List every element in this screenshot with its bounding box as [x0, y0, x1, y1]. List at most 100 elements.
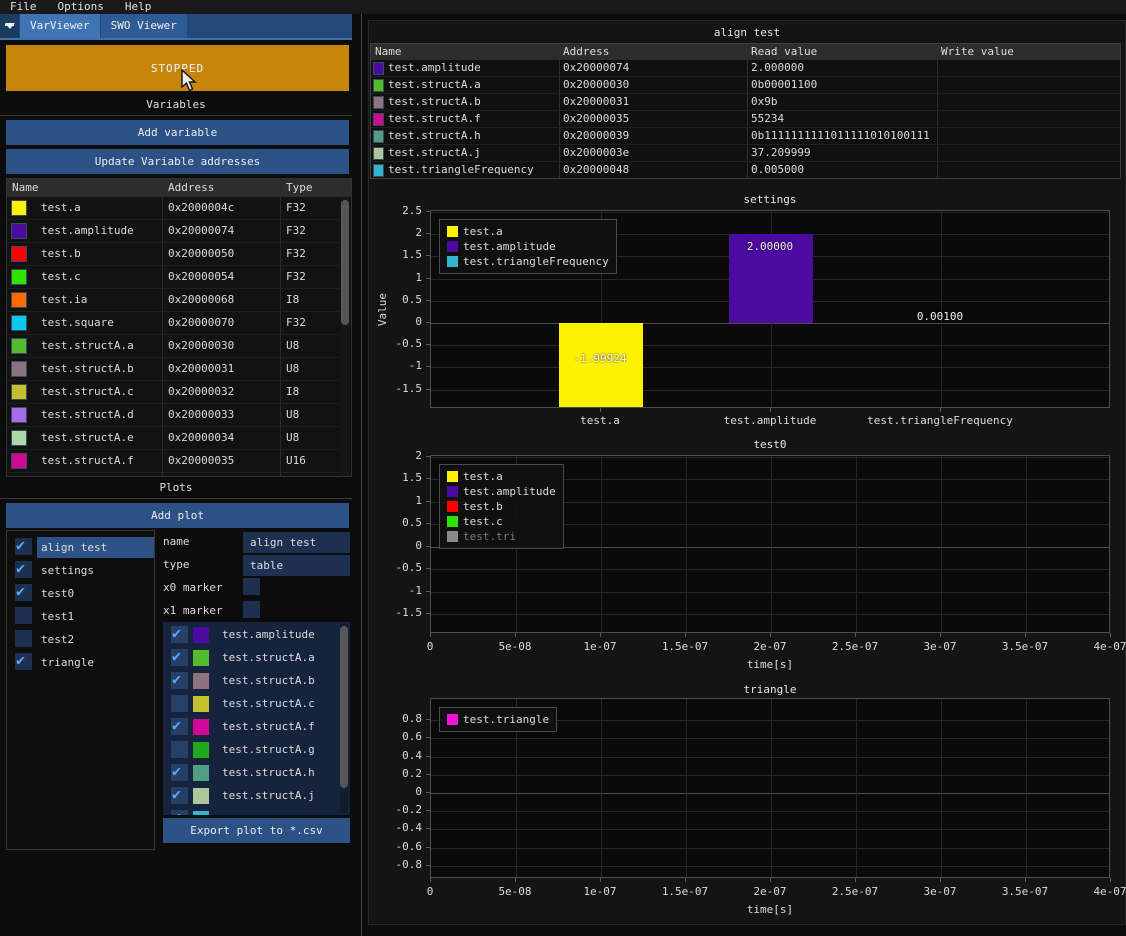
col-address[interactable]: Address	[563, 45, 609, 58]
plot-series-item[interactable]: test.structA.a	[163, 647, 350, 670]
variable-color-swatch[interactable]	[11, 269, 27, 285]
plot-name-input[interactable]: align test	[243, 532, 350, 553]
col-read-value[interactable]: Read value	[751, 45, 817, 58]
series-checkbox[interactable]	[171, 672, 188, 689]
variable-color-swatch[interactable]	[11, 292, 27, 308]
align-table-row[interactable]: test.structA.a0x200000300b00001100	[371, 77, 1120, 94]
variable-color-swatch[interactable]	[11, 407, 27, 423]
plot-list-item-label[interactable]: settings	[37, 560, 154, 581]
col-type[interactable]: Type	[286, 181, 313, 194]
plot-visibility-checkbox[interactable]	[15, 653, 32, 670]
add-plot-button[interactable]: Add plot	[6, 503, 349, 528]
legend-entry[interactable]: test.a	[447, 471, 556, 482]
tab-varviewer[interactable]: VarViewer	[20, 14, 100, 38]
plot-visibility-checkbox[interactable]	[15, 538, 32, 555]
plot-visibility-checkbox[interactable]	[15, 561, 32, 578]
tab-list-icon[interactable]	[0, 14, 19, 38]
variable-row[interactable]: test.structA.c0x20000032I8	[7, 381, 339, 404]
tab-swo-viewer[interactable]: SWO Viewer	[101, 14, 187, 38]
scrollbar-thumb[interactable]	[341, 200, 349, 325]
variable-color-swatch[interactable]	[11, 246, 27, 262]
plot-list-item[interactable]: test2	[7, 628, 154, 651]
plot-list-item[interactable]: test0	[7, 582, 154, 605]
plot-series-item[interactable]: test.structA.g	[163, 739, 350, 762]
export-csv-button[interactable]: Export plot to *.csv	[163, 818, 350, 843]
series-scrollbar[interactable]	[340, 624, 348, 813]
variable-row[interactable]: test.square0x20000070F32	[7, 312, 339, 335]
scrollbar-thumb[interactable]	[340, 626, 348, 788]
plot-series-item[interactable]: test.structA.b	[163, 670, 350, 693]
plot-list-item[interactable]: settings	[7, 559, 154, 582]
x1-marker-checkbox[interactable]	[243, 601, 260, 618]
series-checkbox[interactable]	[171, 718, 188, 735]
variable-row[interactable]: test.amplitude0x20000074F32	[7, 220, 339, 243]
align-table-row[interactable]: test.structA.b0x200000310x9b	[371, 94, 1120, 111]
variable-row[interactable]: test.structA.f0x20000035U16	[7, 450, 339, 473]
legend-entry[interactable]: test.triangleFrequency	[447, 256, 609, 267]
plot-list-item[interactable]: test1	[7, 605, 154, 628]
panel-splitter[interactable]	[361, 14, 362, 936]
plot-visibility-checkbox[interactable]	[15, 584, 32, 601]
plot-list-item-label[interactable]: align test	[37, 537, 154, 558]
legend-entry[interactable]: test.amplitude	[447, 241, 609, 252]
menu-help[interactable]: Help	[125, 0, 152, 14]
plot-series-item[interactable]: test.amplitude	[163, 624, 350, 647]
x0-marker-checkbox[interactable]	[243, 578, 260, 595]
variable-color-swatch[interactable]	[11, 223, 27, 239]
series-checkbox[interactable]	[171, 810, 188, 815]
plot-list-item-label[interactable]: triangle	[37, 652, 154, 673]
variable-row[interactable]: test.a0x2000004cF32	[7, 197, 339, 220]
variable-color-swatch[interactable]	[11, 476, 27, 477]
plot-series-item[interactable]: test.structA.c	[163, 693, 350, 716]
align-table-row[interactable]: test.structA.f0x2000003555234	[371, 111, 1120, 128]
variable-color-swatch[interactable]	[11, 338, 27, 354]
plot-list-item-label[interactable]: test0	[37, 583, 154, 604]
series-checkbox[interactable]	[171, 741, 188, 758]
legend-entry[interactable]: test.tri	[447, 531, 556, 542]
variable-row[interactable]: test.structA.a0x20000030U8	[7, 335, 339, 358]
col-name[interactable]: Name	[375, 45, 402, 58]
plot-series-item[interactable]: test.structA.f	[163, 716, 350, 739]
variables-scrollbar[interactable]	[340, 198, 350, 475]
series-checkbox[interactable]	[171, 649, 188, 666]
plot-type-select[interactable]: table	[243, 555, 350, 576]
series-checkbox[interactable]	[171, 695, 188, 712]
variable-row[interactable]: test.structA.e0x20000034U8	[7, 427, 339, 450]
update-variable-addresses-button[interactable]: Update Variable addresses	[6, 149, 349, 174]
variable-color-swatch[interactable]	[11, 361, 27, 377]
menu-file[interactable]: File	[10, 0, 37, 14]
plot-visibility-checkbox[interactable]	[15, 630, 32, 647]
legend-entry[interactable]: test.amplitude	[447, 486, 556, 497]
plot-series-item[interactable]	[163, 808, 350, 815]
col-write-value[interactable]: Write value	[941, 45, 1014, 58]
plot-area[interactable]: test.triangle	[430, 698, 1110, 878]
variable-row[interactable]: test.ia0x20000068I8	[7, 289, 339, 312]
align-table-row[interactable]: test.amplitude0x200000742.000000	[371, 60, 1120, 77]
plot-series-item[interactable]: test.structA.h	[163, 762, 350, 785]
align-table-row[interactable]: test.structA.h0x200000390b11111111110111…	[371, 128, 1120, 145]
plot-visibility-checkbox[interactable]	[15, 607, 32, 624]
series-checkbox[interactable]	[171, 626, 188, 643]
variable-color-swatch[interactable]	[11, 315, 27, 331]
acquisition-state-button[interactable]: STOPPED	[6, 45, 349, 91]
series-checkbox[interactable]	[171, 787, 188, 804]
add-variable-button[interactable]: Add variable	[6, 120, 349, 145]
plot-list-item-label[interactable]: test2	[37, 629, 154, 650]
plot-list-item-label[interactable]: test1	[37, 606, 154, 627]
plot-area[interactable]: test.atest.amplitudetest.btest.ctest.tri	[430, 455, 1110, 633]
variable-color-swatch[interactable]	[11, 430, 27, 446]
series-checkbox[interactable]	[171, 764, 188, 781]
variable-row[interactable]: test.c0x20000054F32	[7, 266, 339, 289]
align-table-row[interactable]: test.triangleFrequency0x200000480.005000	[371, 162, 1120, 179]
col-address[interactable]: Address	[168, 181, 214, 194]
align-table-row[interactable]: test.structA.j0x2000003e37.209999	[371, 145, 1120, 162]
variable-color-swatch[interactable]	[11, 200, 27, 216]
variable-row[interactable]: test.b0x20000050F32	[7, 243, 339, 266]
plot-list-item[interactable]: triangle	[7, 651, 154, 674]
legend-entry[interactable]: test.triangle	[447, 714, 549, 725]
plot-list-item[interactable]: align test	[7, 536, 154, 559]
variable-row[interactable]: test.structA.b0x20000031U8	[7, 358, 339, 381]
variable-color-swatch[interactable]	[11, 384, 27, 400]
plot-series-item[interactable]: test.structA.j	[163, 785, 350, 808]
variable-color-swatch[interactable]	[11, 453, 27, 469]
